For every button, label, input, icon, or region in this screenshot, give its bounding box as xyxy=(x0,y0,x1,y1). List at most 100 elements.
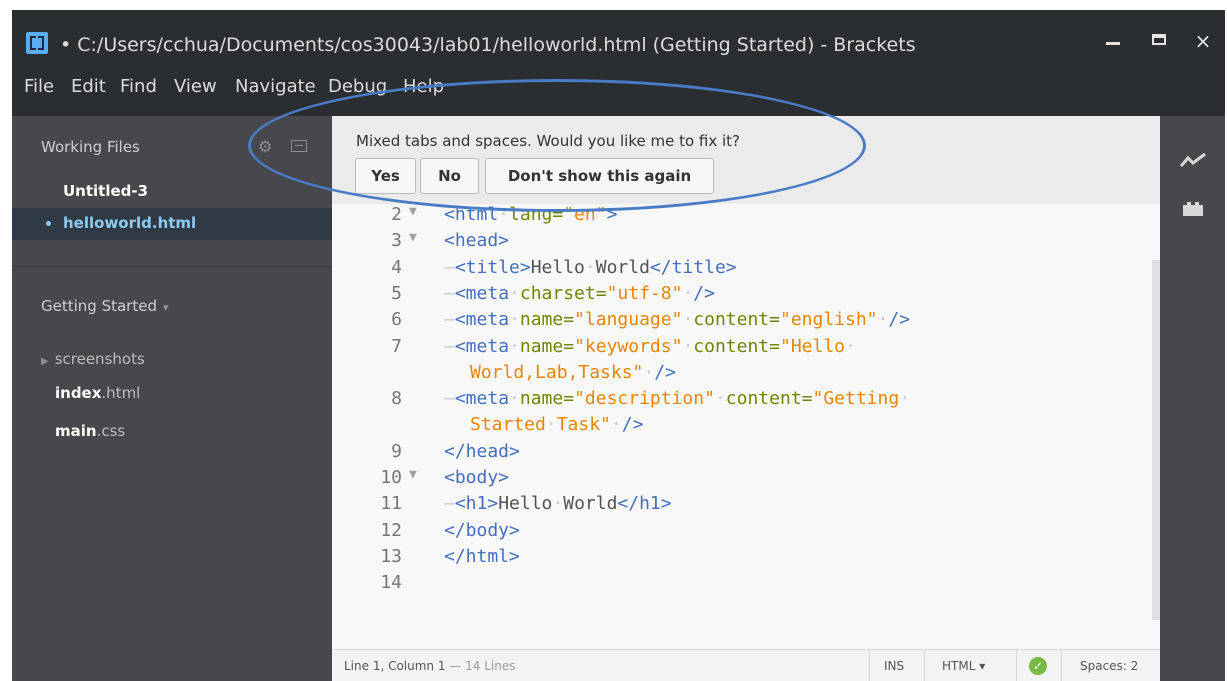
tab-marker: — xyxy=(444,388,455,410)
code-line[interactable]: <head> xyxy=(444,230,509,256)
code-line[interactable]: Started·Task"·/> xyxy=(470,414,643,440)
code-line[interactable]: —<meta·name="description"·content="Getti… xyxy=(444,388,910,414)
indent-spaces-setting[interactable]: Spaces: 2 xyxy=(1080,659,1138,673)
working-file-label: helloworld.html xyxy=(63,214,197,232)
chevron-down-icon: ▾ xyxy=(162,301,169,314)
code-line[interactable]: World,Lab,Tasks"·/> xyxy=(470,362,676,388)
fold-toggle-icon[interactable]: ▼ xyxy=(409,204,417,219)
gutter-line: 12 xyxy=(332,520,432,546)
working-file-label: Untitled-3 xyxy=(63,182,149,200)
code-editor[interactable]: 2 ▼ <html·lang="en"> 3 ▼ <head> 4 —<title>Hello… xyxy=(332,204,1160,614)
code-token: name= xyxy=(519,335,575,357)
lint-ok-icon[interactable]: ✓ xyxy=(1029,657,1047,675)
menu-navigate[interactable]: Navigate xyxy=(235,76,316,97)
cursor-position-label: Line 1, Column 1 xyxy=(344,659,446,673)
code-token: /> xyxy=(888,309,911,331)
code-token: <head> xyxy=(444,230,510,252)
gutter-line: 9 xyxy=(332,441,432,467)
line-number: 12 xyxy=(380,519,402,541)
code-line[interactable]: —<meta·charset="utf-8"·/> xyxy=(444,283,715,309)
minimize-icon xyxy=(1106,42,1120,45)
cursor-position[interactable]: Line 1, Column 1 — 14 Lines xyxy=(344,659,515,673)
code-line[interactable]: —<title>Hello·World</title> xyxy=(444,257,737,283)
menu-file[interactable]: File xyxy=(24,76,54,97)
gutter-line: 6 xyxy=(332,309,432,335)
code-token: <meta xyxy=(454,309,510,331)
fold-toggle-icon[interactable]: ▼ xyxy=(409,230,417,245)
right-toolbar xyxy=(1160,116,1225,681)
live-preview-icon[interactable] xyxy=(1180,152,1206,168)
code-token: content= xyxy=(725,388,813,410)
tab-marker: — xyxy=(444,335,455,357)
code-line[interactable]: <html·lang="en"> xyxy=(444,204,617,230)
tree-item-name: main xyxy=(55,422,97,440)
maximize-button[interactable] xyxy=(1144,26,1174,56)
extension-manager-icon[interactable] xyxy=(1183,200,1203,216)
menu-edit[interactable]: Edit xyxy=(71,76,106,97)
code-token: <body> xyxy=(444,467,510,488)
tab-marker: — xyxy=(444,309,455,331)
tree-file-index[interactable]: index.html xyxy=(55,384,140,402)
code-token: · xyxy=(545,414,557,436)
code-token: · xyxy=(509,282,520,304)
code-line[interactable]: —<meta·name="keywords"·content="Hello· xyxy=(444,336,856,362)
code-token: Hello xyxy=(498,493,553,515)
tree-file-main[interactable]: main.css xyxy=(55,422,125,440)
code-line[interactable]: —<meta·name="language"·content="english"… xyxy=(444,309,910,335)
code-token: "keywords" xyxy=(574,335,683,357)
code-token: /> xyxy=(654,361,676,383)
tree-item-name: screenshots xyxy=(54,350,145,368)
tab-marker: — xyxy=(444,282,455,304)
line-number: 4 xyxy=(391,256,402,278)
code-token: name= xyxy=(519,388,575,410)
menu-debug[interactable]: Debug xyxy=(328,76,387,97)
code-token: </title> xyxy=(649,256,737,278)
code-token: World,Lab,Tasks" xyxy=(470,361,644,383)
line-number: 7 xyxy=(391,335,402,357)
menu-help[interactable]: Help xyxy=(403,76,444,97)
gear-icon[interactable]: ⚙ xyxy=(258,138,276,156)
code-token: content= xyxy=(693,335,780,357)
menu-view[interactable]: View xyxy=(174,76,217,97)
close-button[interactable]: × xyxy=(1188,26,1218,56)
minimize-button[interactable] xyxy=(1098,26,1128,56)
code-token: Started xyxy=(470,414,546,436)
gutter-line: 14 xyxy=(332,572,432,598)
tree-item-ext: .css xyxy=(96,422,126,440)
fold-toggle-icon[interactable]: ▼ xyxy=(409,467,417,482)
status-separator xyxy=(924,650,925,681)
code-line[interactable]: </head> xyxy=(444,441,520,467)
code-line[interactable]: <body> xyxy=(444,467,509,493)
tree-folder-screenshots[interactable]: ▶ screenshots xyxy=(41,350,145,368)
project-dropdown[interactable]: Getting Started ▾ xyxy=(41,297,169,315)
no-button[interactable]: No xyxy=(420,158,479,194)
status-separator xyxy=(1016,650,1017,681)
split-view-icon[interactable] xyxy=(291,140,307,152)
code-line[interactable]: </body> xyxy=(444,520,520,546)
working-file-untitled-3[interactable]: Untitled-3 xyxy=(12,176,332,208)
gutter-line: 7 xyxy=(332,336,432,362)
dont-show-again-button[interactable]: Don't show this again xyxy=(485,158,714,194)
project-title: Getting Started xyxy=(41,297,157,315)
code-token: · xyxy=(682,309,694,331)
yes-button[interactable]: Yes xyxy=(355,158,416,194)
code-line[interactable]: </html> xyxy=(444,546,520,572)
code-token: charset= xyxy=(519,282,607,304)
editor-scrollbar[interactable] xyxy=(1152,260,1160,620)
brackets-logo-icon xyxy=(26,32,48,54)
code-token: <meta xyxy=(454,335,510,357)
code-token: "en" xyxy=(563,204,607,225)
code-line[interactable]: —<h1>Hello·World</h1> xyxy=(444,493,672,519)
working-file-helloworld[interactable]: helloworld.html xyxy=(12,208,332,240)
status-separator xyxy=(869,650,870,681)
code-token: · xyxy=(682,282,694,304)
code-token: </h1> xyxy=(617,493,672,515)
insert-mode-toggle[interactable]: INS xyxy=(884,659,904,673)
code-token: · xyxy=(584,256,596,278)
gutter-line: 13 xyxy=(332,546,432,572)
gutter-line: 8 xyxy=(332,388,432,414)
language-select[interactable]: HTML ▾ xyxy=(942,659,985,673)
code-token: · xyxy=(877,309,889,331)
line-number: 6 xyxy=(391,309,402,331)
menu-find[interactable]: Find xyxy=(120,76,157,97)
